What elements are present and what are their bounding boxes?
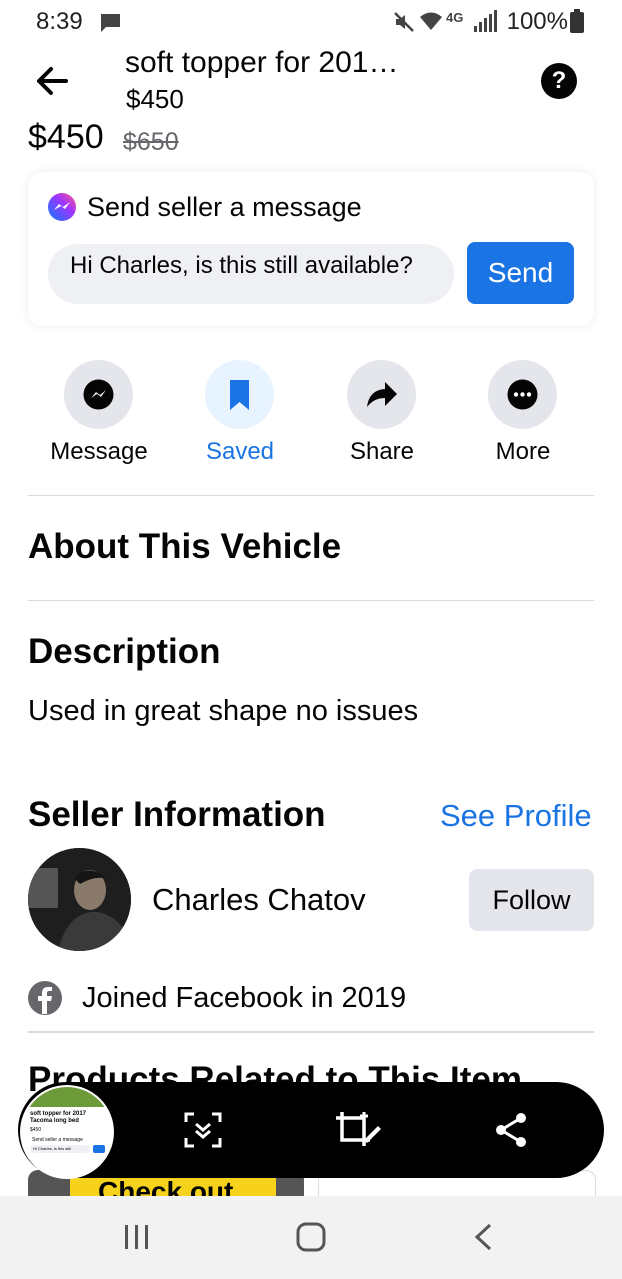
saved-action-label: Saved [205,438,275,465]
screenshot-thumbnail[interactable]: soft topper for 2017 Tacoma long bed $45… [20,1085,114,1179]
message-action-label: Message [50,438,148,465]
about-vehicle-heading[interactable]: About This Vehicle [28,527,341,567]
share-icon[interactable] [494,1112,528,1148]
battery-icon [570,9,584,33]
message-action-button[interactable] [64,360,133,429]
network-type: 4G [446,10,464,25]
thumbnail-title: soft topper for 2017 Tacoma long bed [30,1111,87,1124]
status-time: 8:39 [36,8,83,35]
thumbnail-card-title: Send seller a message [32,1137,83,1143]
messenger-logo-icon [48,193,76,221]
follow-button[interactable]: Follow [469,869,594,931]
back-icon[interactable] [472,1222,494,1252]
thumbnail-input: Hi Charles, is this still [30,1145,90,1153]
crop-edit-icon[interactable] [334,1110,382,1150]
seller-info-heading: Seller Information [28,795,326,834]
seller-photo [28,848,131,951]
message-notification-icon [100,14,120,32]
seller-avatar[interactable] [28,848,131,951]
share-action-button[interactable] [347,360,416,429]
see-profile-link[interactable]: See Profile [440,798,592,834]
status-bar: 8:39 4G 100% [0,0,622,44]
more-icon [507,379,538,410]
message-input[interactable]: Hi Charles, is this still available? [48,244,454,304]
mute-icon [394,12,414,32]
message-card-title: Send seller a message [87,192,362,222]
description-text: Used in great shape no issues [28,695,419,727]
more-action-button[interactable] [488,360,557,429]
saved-action-button[interactable] [205,360,274,429]
bookmark-icon [230,380,249,410]
home-icon[interactable] [295,1221,327,1253]
divider [28,495,594,496]
system-nav-bar [0,1196,622,1279]
thumbnail-photo [22,1087,112,1107]
page-title: soft topper for 201… [125,46,399,79]
send-button[interactable]: Send [467,242,574,304]
signal-icon [474,10,497,32]
back-arrow-icon[interactable] [36,66,68,96]
seller-name[interactable]: Charles Chatov [152,882,366,918]
help-icon[interactable]: ? [541,63,577,99]
listing-price: $450 [28,118,104,156]
share-arrow-icon [367,382,397,407]
facebook-icon [28,981,62,1015]
share-action-label: Share [349,438,415,465]
recent-apps-icon[interactable] [122,1224,152,1250]
wifi-icon [420,12,442,30]
divider [28,600,594,601]
divider [28,1031,594,1033]
scroll-capture-icon[interactable] [184,1112,222,1148]
description-heading: Description [28,632,221,671]
thumbnail-send [93,1145,105,1153]
joined-facebook-text: Joined Facebook in 2019 [82,982,407,1014]
thumbnail-price: $450 [30,1127,42,1133]
battery-percent: 100% [506,8,568,35]
more-action-label: More [495,438,551,465]
header-price: $450 [126,84,184,114]
messenger-icon [83,379,114,410]
original-price: $650 [123,128,179,156]
